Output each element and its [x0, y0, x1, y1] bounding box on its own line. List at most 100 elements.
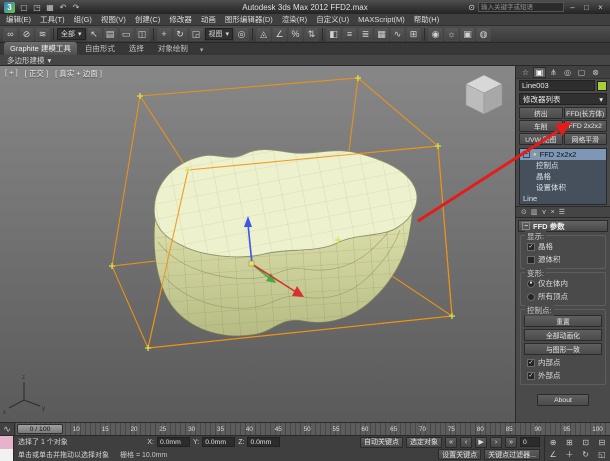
z-coordinate-field[interactable] [247, 437, 281, 448]
curve-editor-icon[interactable]: ∿ [390, 27, 406, 41]
display-tab-icon[interactable]: ▢ [575, 67, 588, 78]
reset-button[interactable]: 重置 [524, 315, 602, 327]
viewcube[interactable] [465, 74, 503, 115]
bind-to-space-warp-icon[interactable]: ≋ [35, 27, 50, 41]
show-end-result-icon[interactable]: ▥ [531, 208, 538, 216]
about-button[interactable]: About [537, 394, 589, 406]
extrude-modifier-button[interactable]: 挤出 [519, 107, 563, 119]
ribbon-minimize-icon[interactable]: ▾ [200, 46, 204, 55]
make-unique-icon[interactable]: ⋎ [542, 208, 547, 216]
collapse-icon[interactable]: − [523, 151, 530, 158]
source-volume-checkbox[interactable]: 源体积 [524, 254, 602, 265]
zoom-extents-all-icon[interactable]: ⊟ [594, 437, 610, 449]
stack-subitem-lattice[interactable]: 晶格 [520, 171, 606, 182]
undo-icon[interactable]: ↶ [57, 3, 69, 12]
maximize-viewport-toggle-icon[interactable]: ◱ [594, 449, 610, 461]
snap-toggle-icon[interactable]: ◬ [256, 27, 272, 41]
open-file-icon[interactable]: ◳ [31, 3, 43, 12]
field-of-view-icon[interactable]: ∠ [545, 449, 561, 461]
conform-to-shape-button[interactable]: 与图形一致 [524, 343, 602, 355]
select-and-scale-icon[interactable]: ◲ [188, 27, 204, 41]
go-to-start-icon[interactable]: « [445, 436, 458, 448]
unlink-selection-icon[interactable]: ⊘ [19, 27, 34, 41]
viewport-pov-label[interactable]: [ 正交 ] [25, 68, 48, 79]
menu-item-tools[interactable]: 工具(T) [40, 14, 65, 25]
object-name-field[interactable] [519, 80, 595, 91]
stack-item-ffd2x2x2[interactable]: − ● FFD 2x2x2 [520, 149, 606, 160]
y-coordinate-field[interactable] [202, 437, 236, 448]
ribbon-tab-graphite-modeling[interactable]: Graphite 建模工具 [4, 42, 77, 55]
polygon-modeling-panel[interactable]: 多边形建模 [7, 55, 45, 66]
menu-item-edit[interactable]: 编辑(E) [6, 14, 31, 25]
new-scene-icon[interactable]: ▢ [18, 3, 30, 12]
previous-frame-icon[interactable]: ‹ [460, 436, 473, 448]
zoom-all-icon[interactable]: ⊞ [561, 437, 577, 449]
menu-item-rendering[interactable]: 渲染(R) [282, 14, 307, 25]
select-and-move-icon[interactable]: + [156, 27, 172, 41]
mini-curve-editor-icon[interactable]: ∿ [0, 423, 15, 435]
set-key-button[interactable]: 设置关键点 [438, 449, 482, 461]
orbit-icon[interactable]: ↻ [578, 449, 594, 461]
maximize-button[interactable]: □ [581, 3, 592, 12]
redo-icon[interactable]: ↷ [70, 3, 82, 12]
menu-item-views[interactable]: 视图(V) [101, 14, 126, 25]
use-pivot-center-icon[interactable]: ◎ [234, 27, 250, 41]
remove-modifier-icon[interactable]: × [551, 209, 555, 216]
play-animation-icon[interactable]: ▶ [475, 436, 488, 448]
help-search-input[interactable] [478, 2, 564, 12]
modifier-list-dropdown[interactable]: 修改器列表 ▾ [519, 93, 607, 105]
hierarchy-tab-icon[interactable]: ⋔ [547, 67, 560, 78]
selected-set-dropdown[interactable]: 选定对象 [406, 436, 443, 448]
outside-points-checkbox[interactable]: ✓ 外部点 [524, 370, 602, 381]
material-editor-icon[interactable]: ◉ [428, 27, 444, 41]
app-button-icon[interactable]: 3 [4, 1, 15, 13]
auto-key-button[interactable]: 自动关键点 [360, 436, 404, 448]
select-object-icon[interactable]: ↖ [86, 27, 102, 41]
zoom-icon[interactable]: ⊕ [545, 437, 561, 449]
mirror-icon[interactable]: ◧ [326, 27, 342, 41]
spinner-snap-icon[interactable]: ⇅ [304, 27, 320, 41]
configure-modifier-sets-icon[interactable]: ☰ [559, 208, 565, 216]
menu-item-customize[interactable]: 自定义(U) [316, 14, 349, 25]
selection-filter-dropdown[interactable]: 全部 ▾ [57, 28, 86, 40]
animate-all-button[interactable]: 全部动画化 [524, 329, 602, 341]
lattice-checkbox[interactable]: ✓ 晶格 [524, 241, 602, 252]
mesh-object[interactable] [153, 149, 418, 337]
time-slider[interactable]: 0 / 100 [17, 424, 63, 434]
render-setup-icon[interactable]: ☼ [444, 27, 460, 41]
inside-points-checkbox[interactable]: ✓ 内部点 [524, 357, 602, 368]
zoom-extents-icon[interactable]: ⊡ [578, 437, 594, 449]
select-and-link-icon[interactable]: ∞ [3, 27, 18, 41]
menu-item-group[interactable]: 组(G) [74, 14, 92, 25]
rendered-frame-window-icon[interactable]: ▣ [460, 27, 476, 41]
render-production-icon[interactable]: ◍ [476, 27, 492, 41]
schematic-view-icon[interactable]: ⊞ [406, 27, 422, 41]
minimize-button[interactable]: – [567, 3, 578, 12]
ribbon-tab-selection[interactable]: 选择 [123, 42, 150, 55]
gizmo-center[interactable] [248, 260, 255, 267]
window-crossing-icon[interactable]: ◫ [134, 27, 150, 41]
ribbon-toggle-icon[interactable]: ▦ [374, 27, 390, 41]
ribbon-tab-object-paint[interactable]: 对象绘制 [152, 42, 194, 55]
utilities-tab-icon[interactable]: ⊗ [589, 67, 602, 78]
close-button[interactable]: × [595, 3, 606, 12]
menu-item-graph-editors[interactable]: 图形编辑器(D) [225, 14, 273, 25]
all-vertices-radio[interactable]: 所有顶点 [524, 291, 602, 302]
only-in-volume-radio[interactable]: ● 仅在体内 [524, 278, 602, 289]
maxscript-mini-listener[interactable] [0, 436, 14, 461]
ffd-box-modifier-button[interactable]: FFD(长方体) [563, 107, 607, 119]
menu-item-maxscript[interactable]: MAXScript(M) [358, 15, 405, 24]
ffd-2x2x2-modifier-button[interactable]: FFD 2x2x2 [563, 120, 607, 132]
motion-tab-icon[interactable]: ◎ [561, 67, 574, 78]
stack-item-line[interactable]: Line [520, 193, 606, 204]
menu-item-animation[interactable]: 动画 [201, 14, 216, 25]
angle-snap-icon[interactable]: ∠ [272, 27, 288, 41]
menu-item-create[interactable]: 创建(C) [135, 14, 160, 25]
viewport-shading-label[interactable]: [ 真实 + 边面 ] [55, 68, 102, 79]
go-to-end-icon[interactable]: » [505, 436, 518, 448]
time-ruler[interactable]: 0 5 10 15 20 25 30 35 40 45 50 55 60 65 … [15, 423, 610, 435]
pan-icon[interactable]: ＋ [561, 449, 577, 461]
object-color-swatch[interactable] [597, 80, 607, 91]
save-file-icon[interactable]: ▦ [44, 3, 56, 12]
stack-subitem-set-volume[interactable]: 设置体积 [520, 182, 606, 193]
